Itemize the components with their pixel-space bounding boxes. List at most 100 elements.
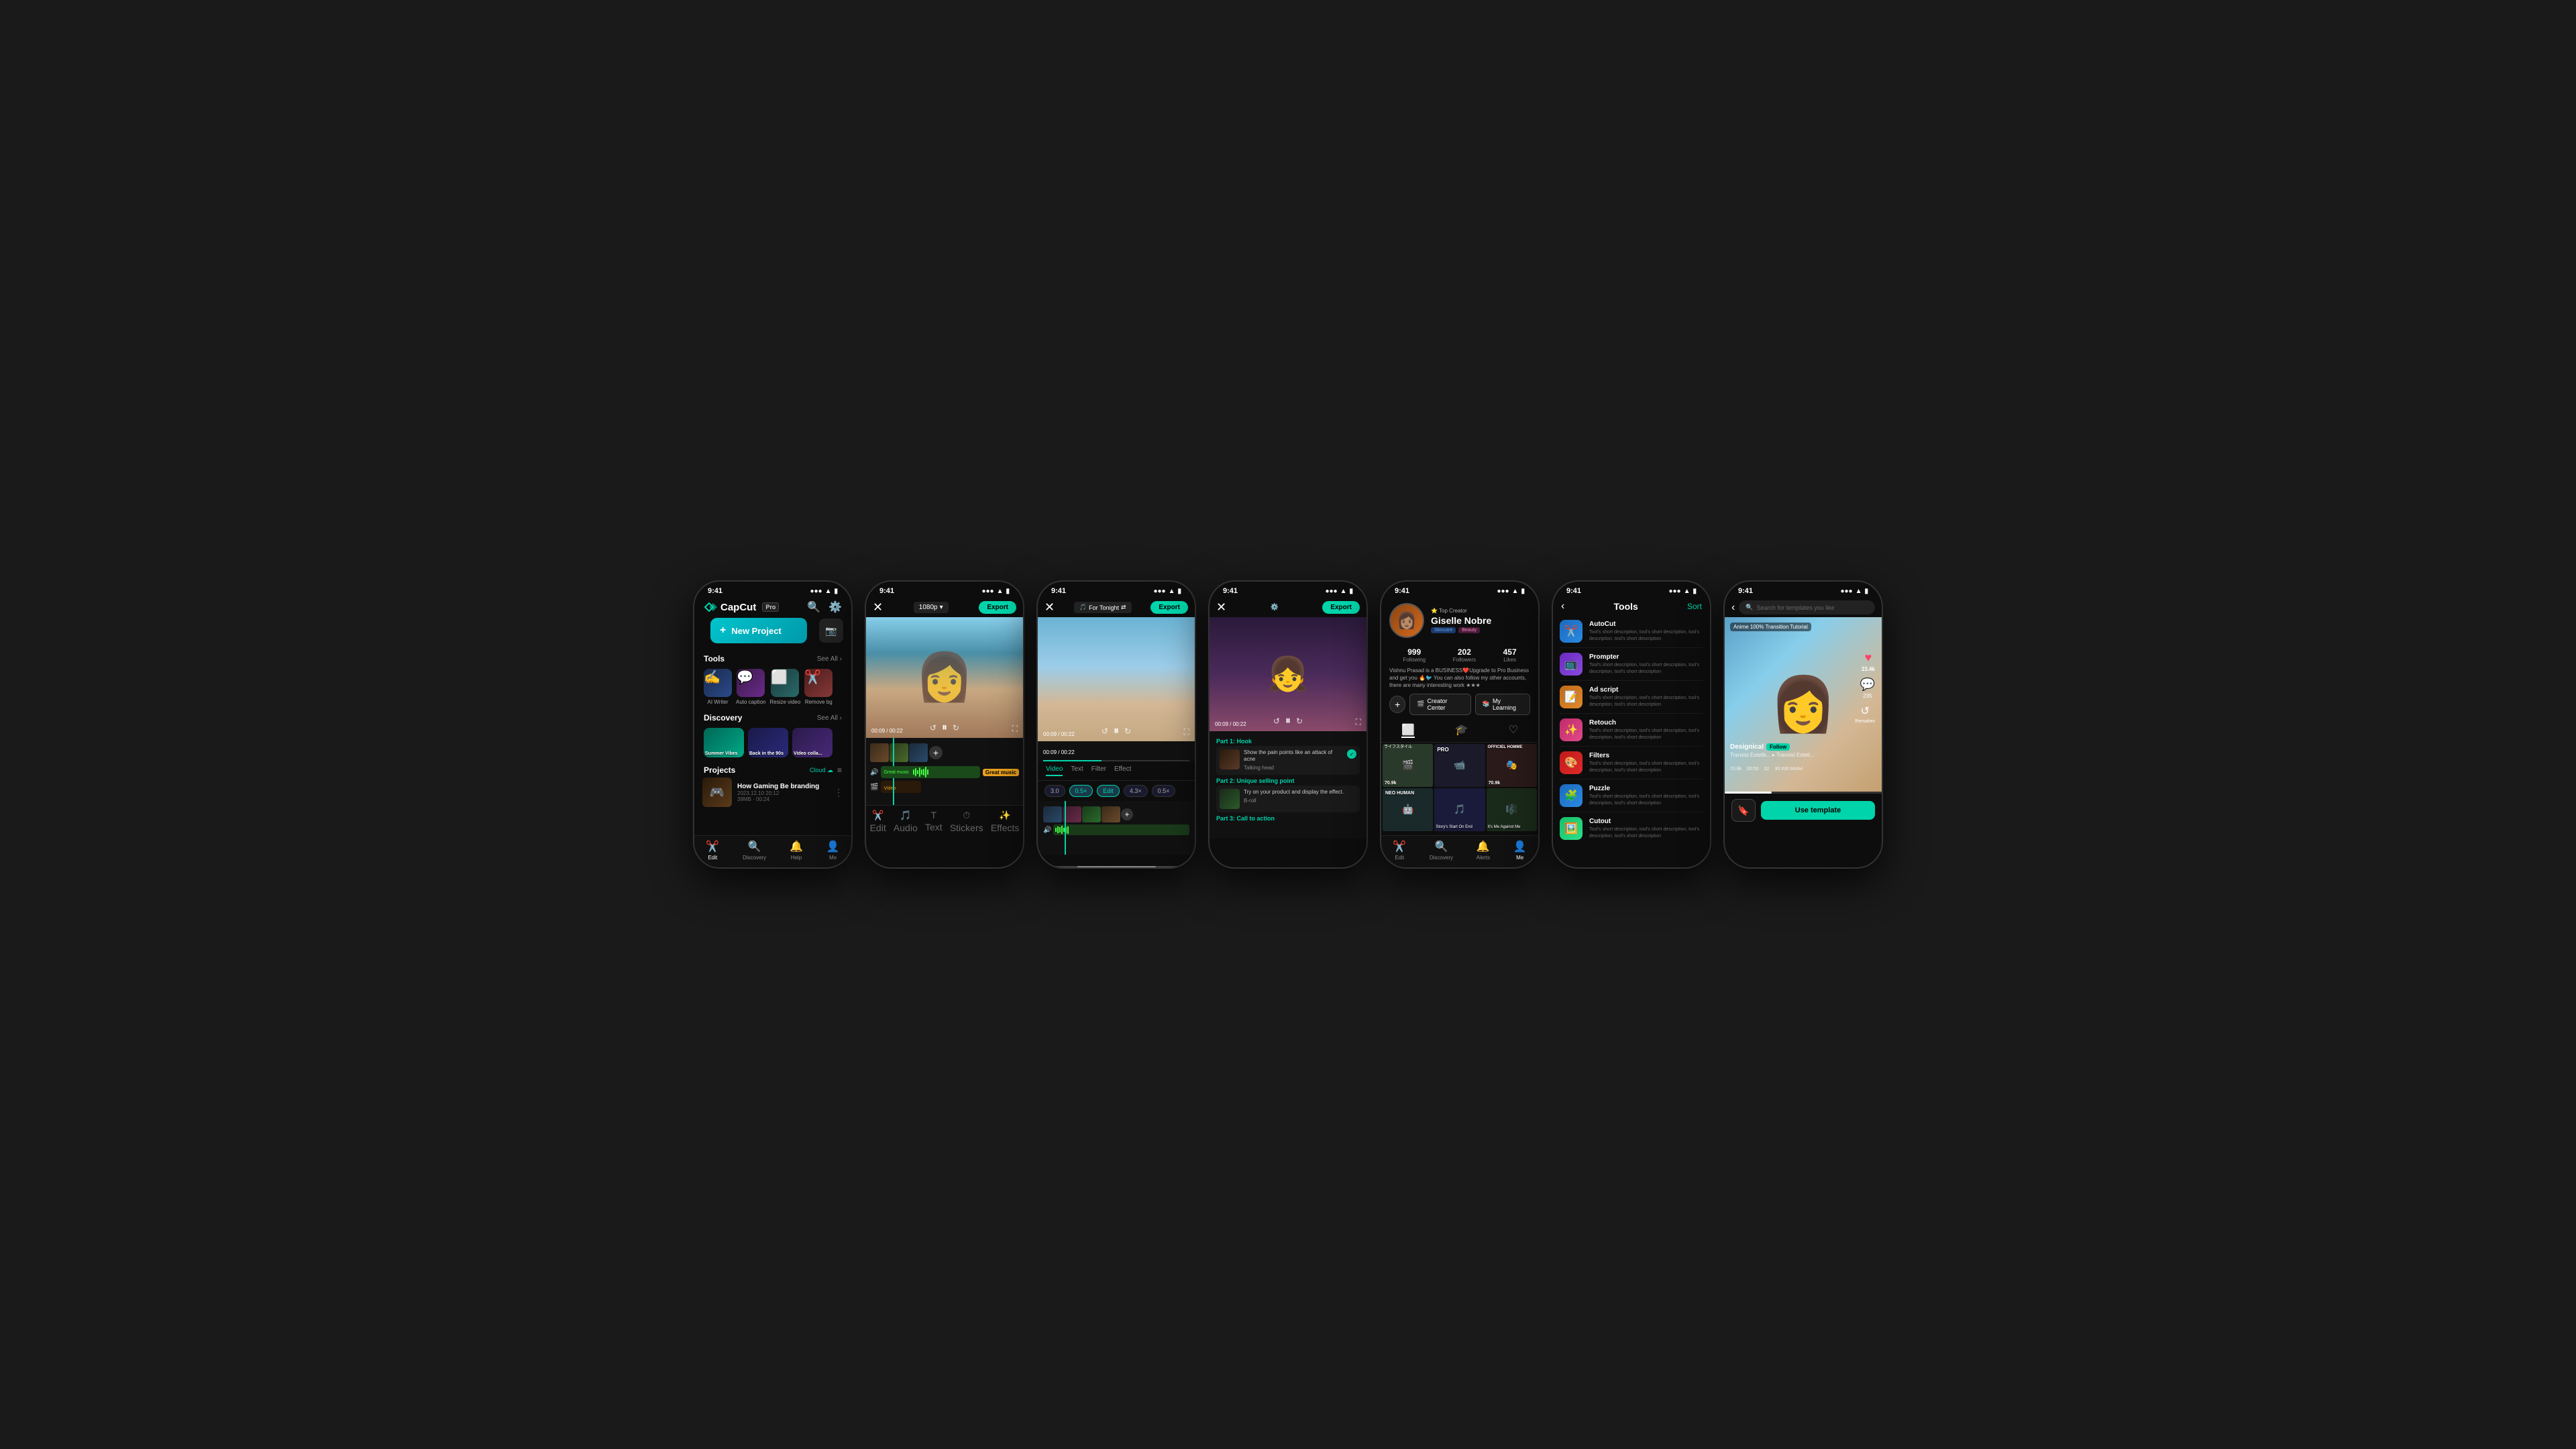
effect-pill-1[interactable]: 3.0 — [1044, 785, 1065, 797]
audio-track-2[interactable]: Great music — [881, 766, 979, 778]
forward-4[interactable]: ↻ — [1296, 716, 1303, 726]
camera-button[interactable]: 📷 — [819, 619, 843, 643]
tab-effect[interactable]: Effect — [1114, 765, 1131, 776]
tool-remove-bg[interactable]: ✂️ Remove bg — [804, 669, 833, 705]
tool-cutout[interactable]: 🖼️ Cutout Tool's short description, tool… — [1560, 812, 1703, 843]
nav-text-2[interactable]: TText — [925, 810, 943, 833]
forward-icon[interactable]: ↻ — [953, 723, 959, 733]
nav-edit-2[interactable]: ✂️Edit — [870, 810, 886, 833]
project-row[interactable]: 🎮 How Gaming Be branding 2023.12.10 20:1… — [694, 777, 851, 807]
video-track-2[interactable]: Video — [881, 781, 921, 793]
close-button-4[interactable]: ✕ — [1216, 600, 1226, 614]
more-options-icon[interactable]: ⋮ — [834, 787, 843, 798]
pause-button-4[interactable]: ⏸ — [1285, 715, 1291, 727]
tool-filters[interactable]: 🎨 Filters Tool's short description, tool… — [1560, 747, 1703, 780]
pause-button-2[interactable]: ⏸ — [942, 722, 947, 734]
effect-pill-2[interactable]: 0.5× — [1069, 785, 1093, 797]
nav-edit-5[interactable]: ✂️ Edit — [1393, 840, 1406, 861]
discovery-item-2[interactable]: Back in the 90s — [748, 728, 788, 757]
script-item-2[interactable]: Try on your product and display the effe… — [1216, 786, 1360, 812]
expand-icon-3[interactable]: ⛶ — [1184, 727, 1189, 737]
resolution-button[interactable]: 1080p ▾ — [914, 602, 949, 613]
tool-retouch[interactable]: ✨ Retouch Tool's short description, tool… — [1560, 714, 1703, 747]
my-learning-button[interactable]: 📚 My Learning — [1475, 694, 1530, 715]
nav-liked[interactable]: ♡ — [1509, 723, 1518, 738]
for-tonight-tag[interactable]: 🎵 For Tonight ⇄ — [1074, 602, 1132, 613]
audio-track-label: Great music — [881, 770, 912, 775]
script-item-1[interactable]: Show the pain points like an attack of a… — [1216, 746, 1360, 775]
progress-bar-3[interactable] — [1043, 760, 1189, 761]
nav-me-5[interactable]: 👤 Me — [1513, 840, 1527, 861]
search-icon[interactable]: 🔍 — [807, 600, 820, 614]
discovery-see-all[interactable]: See All › — [817, 714, 842, 722]
time-scrubber-3[interactable]: 00:09 / 00:22 — [1038, 744, 1195, 760]
forward-3[interactable]: ↻ — [1124, 727, 1131, 736]
settings-icon[interactable]: ⚙️ — [828, 600, 842, 614]
close-button-3[interactable]: ✕ — [1044, 600, 1055, 614]
use-template-button[interactable]: Use template — [1761, 801, 1875, 820]
rewind-4[interactable]: ↺ — [1273, 716, 1280, 726]
nav-discovery[interactable]: 🔍 Discovery — [743, 840, 766, 861]
audio-track-3[interactable] — [1053, 824, 1189, 835]
export-button-2[interactable]: Export — [979, 601, 1016, 614]
tool-auto-caption[interactable]: 💬 Auto caption — [736, 669, 765, 705]
header-icons[interactable]: 🔍 ⚙️ — [807, 600, 842, 614]
tool-adscript[interactable]: 📝 Ad script Tool's short description, to… — [1560, 681, 1703, 714]
back-button-6[interactable]: ‹ — [1561, 600, 1564, 612]
effect-pill-3[interactable]: 4.3× — [1124, 785, 1148, 797]
close-button-2[interactable]: ✕ — [873, 600, 883, 614]
nav-help[interactable]: 🔔 Help — [790, 840, 803, 861]
export-button-3[interactable]: Export — [1150, 601, 1188, 614]
sort-button[interactable]: Sort — [1687, 602, 1702, 611]
nav-edit[interactable]: ✂️ Edit — [706, 840, 719, 861]
grid-video-1[interactable]: 🎬 70.9k ライフスタイル — [1383, 744, 1433, 787]
follow-button-template[interactable]: Follow — [1766, 743, 1790, 751]
expand-icon-2[interactable]: ⛶ — [1012, 724, 1018, 734]
video-track-label: Video — [881, 785, 898, 792]
template-topbar: ‹ 🔍 Search for templates you like — [1725, 598, 1882, 617]
timeline-3[interactable]: + 🔊 — [1038, 801, 1195, 855]
discovery-item-3[interactable]: Video colla... — [792, 728, 833, 757]
nav-stickers-2[interactable]: ⏱Stickers — [950, 810, 983, 833]
tool-ai-writer[interactable]: ✍️ AI Writer — [704, 669, 732, 705]
tool-prompter[interactable]: 📺 Prompter Tool's short description, too… — [1560, 648, 1703, 681]
tool-resize-video[interactable]: ⬜ Resize video — [769, 669, 800, 705]
export-button-4[interactable]: Export — [1322, 601, 1360, 614]
add-clip-button[interactable]: + — [1121, 808, 1133, 820]
save-template-button[interactable]: 🔖 — [1731, 799, 1756, 822]
back-button-7[interactable]: ‹ — [1731, 602, 1735, 614]
tool-puzzle[interactable]: 🧩 Puzzle Tool's short description, tool'… — [1560, 780, 1703, 812]
tab-video[interactable]: Video — [1046, 765, 1063, 776]
discovery-item-1[interactable]: Summer Vibes — [704, 728, 744, 757]
nav-discovery-5[interactable]: 🔍 Discovery — [1430, 840, 1453, 861]
grid-video-6[interactable]: 🎼 It's Me Against Me — [1487, 788, 1537, 831]
effect-pill-edit[interactable]: Edit — [1097, 785, 1120, 797]
timeline-2[interactable]: + 🔊 Great music — [866, 738, 1023, 805]
grid-video-5[interactable]: 🎵 Story's Start On End — [1434, 788, 1485, 831]
pause-button-3[interactable]: ⏸ — [1114, 725, 1119, 737]
template-search-bar[interactable]: 🔍 Search for templates you like — [1739, 600, 1875, 614]
effect-pill-4[interactable]: 0.5× — [1152, 785, 1176, 797]
rewind-icon[interactable]: ↺ — [930, 723, 936, 733]
tool-autocut[interactable]: ✂️ AutoCut Tool's short description, too… — [1560, 615, 1703, 648]
follow-button[interactable]: + — [1389, 696, 1405, 713]
rewind-3[interactable]: ↺ — [1102, 727, 1108, 736]
new-project-button[interactable]: + New Project — [710, 618, 807, 643]
tools-see-all[interactable]: See All › — [817, 655, 842, 663]
nav-featured[interactable]: 🎓 — [1455, 723, 1468, 738]
tab-text[interactable]: Text — [1071, 765, 1083, 776]
nav-audio-2[interactable]: 🎵Audio — [894, 810, 918, 833]
creator-center-button[interactable]: 🎬 Creator Center — [1409, 694, 1471, 715]
grid-video-4[interactable]: 🤖 NEO HUMAN — [1383, 788, 1433, 831]
nav-effects-2[interactable]: ✨Effects — [991, 810, 1020, 833]
nav-alerts-5[interactable]: 🔔 Alerts — [1477, 840, 1490, 861]
grid-video-2[interactable]: 📹 PRO — [1434, 744, 1485, 787]
nav-me[interactable]: 👤 Me — [826, 840, 840, 861]
nav-grid[interactable]: ⬜ — [1401, 723, 1415, 738]
add-track-button[interactable]: + — [929, 746, 943, 759]
script-settings-icon[interactable]: ⚙️ — [1270, 604, 1278, 611]
expand-icon-4[interactable]: ⛶ — [1356, 717, 1361, 727]
list-icon[interactable]: ≡ — [837, 765, 842, 775]
tab-filter[interactable]: Filter — [1091, 765, 1106, 776]
grid-video-3[interactable]: 🎭 OFFICIEL HOMME 70.9k — [1487, 744, 1537, 787]
